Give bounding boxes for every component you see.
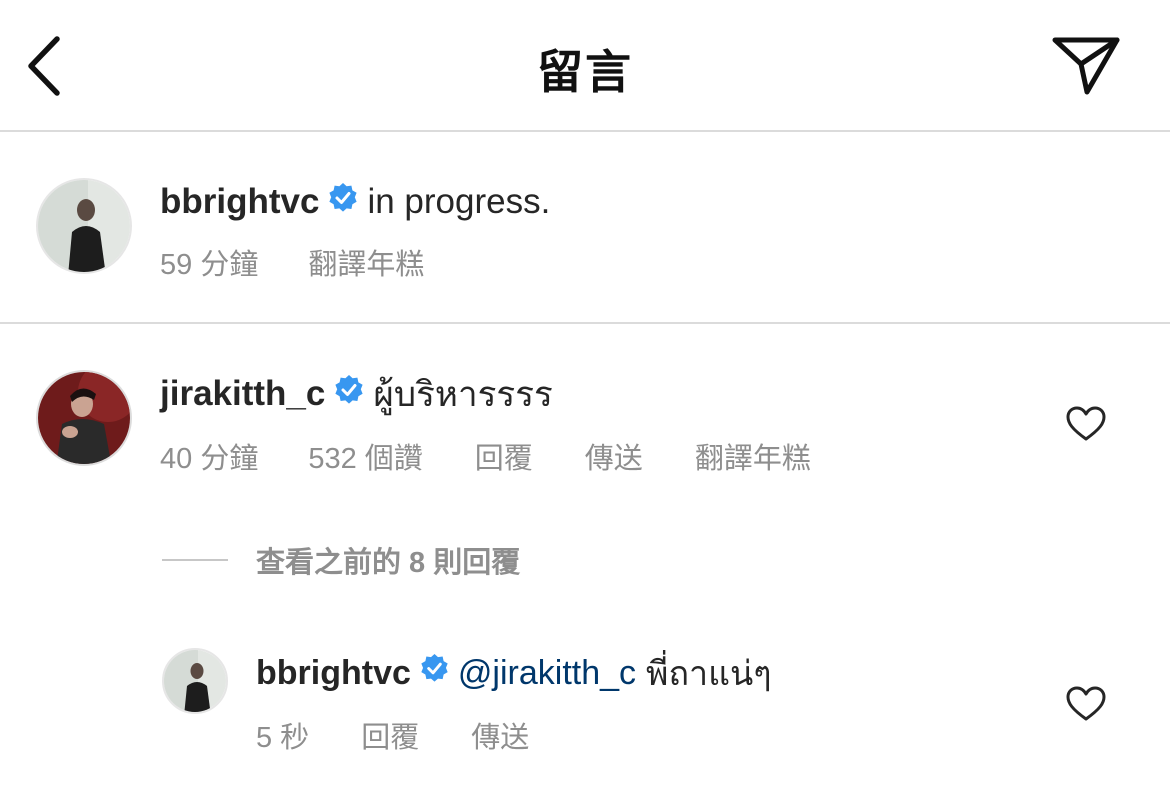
mention-link[interactable]: @jirakitth_c — [458, 654, 636, 693]
verified-badge-icon — [333, 374, 365, 415]
avatar-image — [164, 650, 226, 712]
comment-text: ผู้บริหารรรร — [373, 374, 553, 414]
replies-divider — [162, 559, 228, 561]
paper-plane-icon — [1052, 37, 1120, 95]
reply-button[interactable]: 回覆 — [361, 714, 419, 756]
share-button[interactable] — [1048, 32, 1124, 98]
caption-username[interactable]: bbrightvc — [160, 182, 319, 222]
avatar[interactable] — [36, 370, 132, 466]
send-button[interactable]: 傳送 — [471, 714, 529, 756]
avatar-image — [38, 372, 130, 464]
header-bar: 留言 — [0, 0, 1170, 132]
caption-timestamp: 59 分鐘 — [160, 249, 259, 281]
reply-button[interactable]: 回覆 — [475, 435, 533, 477]
reply-text: พี่ถาแน่ๆ — [646, 655, 772, 693]
view-previous-replies[interactable]: 查看之前的 8 則回覆 — [162, 540, 520, 580]
view-replies-label: 查看之前的 8 則回覆 — [256, 547, 521, 579]
heart-outline-icon[interactable] — [1066, 406, 1106, 442]
heart-outline-icon[interactable] — [1066, 686, 1106, 722]
verified-badge-icon — [419, 653, 450, 693]
caption-text: in progress. — [367, 182, 551, 221]
comment-timestamp: 40 分鐘 — [160, 443, 259, 475]
translate-button[interactable]: 翻譯年糕 — [308, 241, 424, 283]
translate-button[interactable]: 翻譯年糕 — [695, 435, 811, 477]
post-caption: bbrightvc in progress. 59 分鐘 翻譯年糕 — [0, 132, 1170, 324]
likes-count-button[interactable]: 532 個讚 — [308, 435, 422, 477]
reply-timestamp: 5 秒 — [256, 722, 310, 754]
avatar-image — [38, 180, 130, 272]
reply-username[interactable]: bbrightvc — [256, 654, 411, 693]
page-title: 留言 — [537, 46, 633, 98]
comment-username[interactable]: jirakitth_c — [160, 374, 325, 414]
avatar[interactable] — [162, 648, 228, 714]
avatar[interactable] — [36, 178, 132, 274]
send-button[interactable]: 傳送 — [585, 435, 643, 477]
verified-badge-icon — [327, 182, 359, 223]
